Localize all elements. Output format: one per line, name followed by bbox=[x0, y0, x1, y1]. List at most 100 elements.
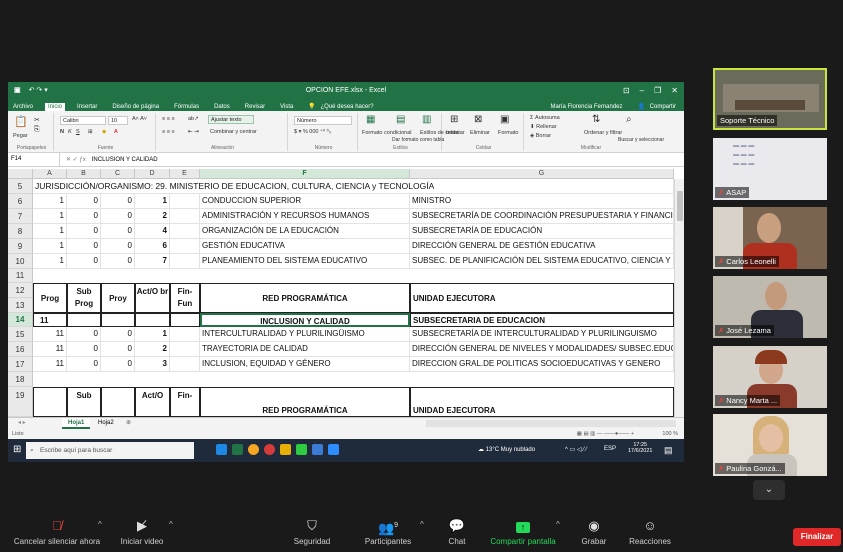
row-header[interactable]: 19 bbox=[8, 387, 33, 417]
cell[interactable]: RED PROGRAMÁTICA bbox=[200, 387, 410, 417]
header-prog[interactable]: Prog bbox=[33, 283, 67, 313]
cell[interactable] bbox=[101, 387, 135, 417]
cell[interactable]: MINISTRO bbox=[410, 194, 674, 209]
fx-icon[interactable]: ✕ ✓ ƒx bbox=[60, 156, 92, 163]
tab-diseno[interactable]: Diseño de página bbox=[109, 103, 162, 111]
bold-icon[interactable]: N bbox=[60, 129, 64, 135]
close-icon[interactable]: ✕ bbox=[671, 86, 678, 95]
cell[interactable]: 7 bbox=[135, 254, 170, 269]
participant-tile[interactable]: ▬ ▬ ▬ ▬ ▬ ▬ ▬ ▬ ▬ ✗ ASAP bbox=[713, 138, 827, 200]
vertical-scrollbar[interactable] bbox=[674, 179, 684, 417]
cell[interactable]: 2 bbox=[135, 342, 170, 357]
paste-icon[interactable]: 📋 bbox=[14, 115, 28, 128]
ribbon-display-icon[interactable]: ⊡ bbox=[623, 86, 630, 95]
column-header[interactable]: B bbox=[67, 169, 101, 179]
row-header[interactable]: 13 bbox=[8, 298, 33, 313]
autosum-button[interactable]: Σ Autosuma bbox=[530, 115, 560, 121]
tab-inicio[interactable]: Inicio bbox=[45, 103, 66, 111]
cell[interactable]: 0 bbox=[101, 224, 135, 239]
cell[interactable]: 0 bbox=[101, 327, 135, 342]
row-header[interactable]: 12 bbox=[8, 283, 33, 298]
header-fin[interactable]: Fin-Fun bbox=[170, 283, 200, 313]
row-header[interactable]: 8 bbox=[8, 224, 33, 239]
tray-icons[interactable]: ^ ▭ ◁ ⁄ ⁄ bbox=[565, 446, 587, 453]
cell[interactable]: INTERCULTURALIDAD Y PLURILINGÜISMO bbox=[200, 327, 410, 342]
zoom-level[interactable]: 100 % bbox=[662, 429, 678, 439]
cell[interactable] bbox=[170, 327, 200, 342]
selected-cell[interactable]: INCLUSION Y CALIDAD bbox=[200, 313, 410, 327]
opera-icon[interactable] bbox=[264, 444, 275, 455]
header-subprog[interactable]: Sub Prog bbox=[67, 283, 101, 313]
sheet-tab[interactable]: Hoja2 bbox=[92, 418, 120, 429]
chat-button[interactable]: 💬 Chat bbox=[440, 515, 474, 552]
cell[interactable] bbox=[170, 313, 200, 327]
font-size-select[interactable]: 10 bbox=[108, 116, 128, 125]
column-header[interactable]: F bbox=[200, 169, 410, 179]
sort-filter-icon[interactable]: ⇅ bbox=[592, 114, 600, 125]
language-indicator[interactable]: ESP bbox=[604, 446, 616, 452]
font-color-icon[interactable]: A bbox=[114, 129, 118, 135]
tab-archivo[interactable]: Archivo bbox=[10, 103, 36, 111]
cell[interactable]: SUBSECRETARÍA DE INTERCULTURALIDAD Y PLU… bbox=[410, 327, 674, 342]
cell[interactable]: Fin- bbox=[170, 387, 200, 417]
zoom-slider[interactable]: ▦ ▤ ▥ — ——●—— + bbox=[577, 429, 634, 439]
chevron-up-icon[interactable]: ^ bbox=[98, 520, 102, 529]
cell[interactable]: PLANEAMIENTO DEL SISTEMA EDUCATIVO bbox=[200, 254, 410, 269]
cell[interactable]: 0 bbox=[101, 342, 135, 357]
cell[interactable]: 0 bbox=[67, 357, 101, 372]
horizontal-scrollbar[interactable] bbox=[426, 420, 676, 427]
cell[interactable] bbox=[33, 387, 67, 417]
participant-tile[interactable]: ✗ Carlos Leonelli bbox=[713, 207, 827, 269]
cell[interactable]: 0 bbox=[67, 209, 101, 224]
cell[interactable] bbox=[170, 239, 200, 254]
participants-button[interactable]: 👥9 Participantes bbox=[356, 515, 420, 552]
cell[interactable]: 0 bbox=[101, 194, 135, 209]
cell[interactable]: 0 bbox=[67, 327, 101, 342]
tell-me[interactable]: 💡 ¿Qué desea hacer? bbox=[305, 102, 379, 111]
cell[interactable] bbox=[170, 342, 200, 357]
cell[interactable]: 0 bbox=[101, 239, 135, 254]
format-table-label[interactable]: Dar formato como tabla bbox=[392, 137, 444, 143]
share-button[interactable]: 👤 Compartir bbox=[635, 102, 682, 111]
row-header[interactable]: 17 bbox=[8, 357, 33, 372]
format-cells-icon[interactable]: ▣ bbox=[500, 114, 509, 125]
row-header[interactable]: 16 bbox=[8, 342, 33, 357]
column-header[interactable]: D bbox=[135, 169, 170, 179]
cell[interactable]: 0 bbox=[67, 194, 101, 209]
cell[interactable]: GESTIÓN EDUCATIVA bbox=[200, 239, 410, 254]
windows-start-icon[interactable]: ⊞ bbox=[13, 444, 21, 455]
delete-cells-icon[interactable]: ⊠ bbox=[474, 114, 482, 125]
orientation-icon[interactable]: ab↗ bbox=[188, 116, 199, 122]
sheet-nav-icon[interactable]: ◂ ▸ bbox=[12, 418, 32, 429]
cell[interactable]: ADMINISTRACIÓN Y RECURSOS HUMANOS bbox=[200, 209, 410, 224]
cell[interactable]: 6 bbox=[135, 239, 170, 254]
restore-icon[interactable]: ❐ bbox=[654, 86, 661, 95]
row-header[interactable]: 6 bbox=[8, 194, 33, 209]
cell[interactable]: INCLUSION, EQUIDAD Y GÉNERO bbox=[200, 357, 410, 372]
record-button[interactable]: ◉ Grabar bbox=[574, 515, 614, 552]
row-header[interactable]: 9 bbox=[8, 239, 33, 254]
participant-tile-active[interactable]: Soporte Técnico bbox=[713, 68, 827, 130]
number-format-select[interactable]: Número bbox=[294, 116, 352, 125]
app-icon[interactable] bbox=[296, 444, 307, 455]
cell[interactable]: 0 bbox=[67, 239, 101, 254]
row-header[interactable]: 15 bbox=[8, 327, 33, 342]
tab-insertar[interactable]: Insertar bbox=[74, 103, 100, 111]
cell[interactable]: SUBSEC. DE PLANIFICACIÓN DEL SISTEMA EDU… bbox=[410, 254, 674, 269]
cell[interactable]: SUBSECRETARIA DE EDUCACION bbox=[410, 313, 674, 327]
spreadsheet-grid[interactable]: A B C D E F G 5 JURISDICCIÓN/ORGANISMO: … bbox=[8, 169, 684, 417]
video-button[interactable]: ▶̸ Iniciar video bbox=[114, 515, 170, 552]
clock[interactable]: 17:25 17/6/2021 bbox=[628, 442, 652, 454]
cell[interactable]: 11 bbox=[33, 342, 67, 357]
select-all-corner[interactable] bbox=[8, 169, 33, 179]
cell[interactable]: 0 bbox=[67, 254, 101, 269]
borders-icon[interactable]: ⊞ bbox=[88, 129, 93, 135]
add-sheet-icon[interactable]: ⊕ bbox=[120, 418, 137, 429]
fill-color-icon[interactable]: ◆ bbox=[102, 129, 106, 135]
column-header[interactable]: G bbox=[410, 169, 674, 179]
row-header[interactable]: 5 bbox=[8, 179, 33, 194]
tab-revisar[interactable]: Revisar bbox=[242, 103, 268, 111]
mute-button[interactable]: 🎙̸ Cancelar silenciar ahora bbox=[4, 515, 110, 552]
share-screen-button[interactable]: ↑ Compartir pantalla bbox=[486, 515, 560, 552]
notification-icon[interactable]: ▤ bbox=[664, 445, 673, 456]
